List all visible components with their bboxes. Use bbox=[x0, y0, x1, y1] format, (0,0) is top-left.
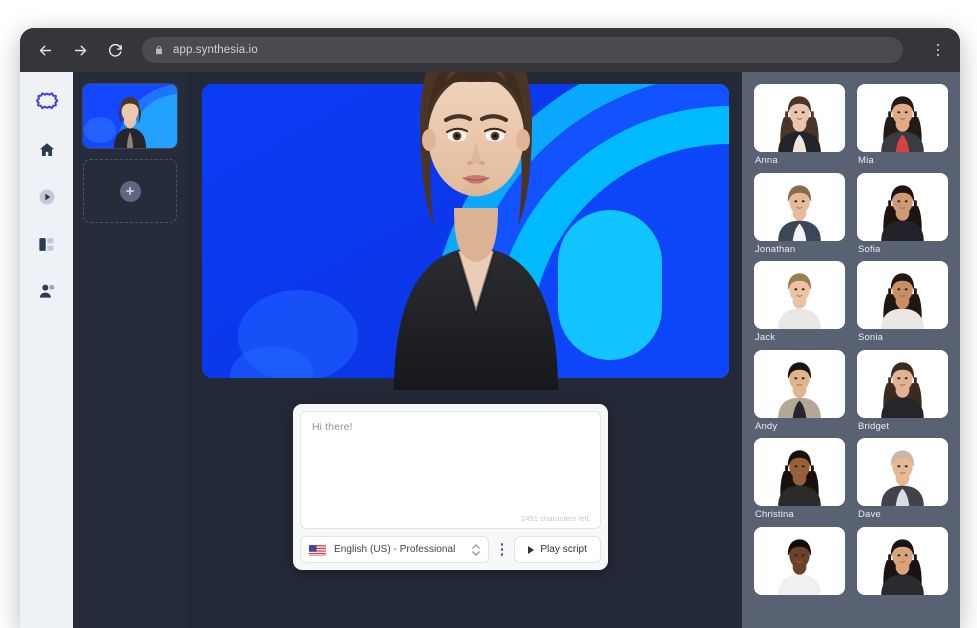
avatar-name: Andy bbox=[754, 422, 845, 432]
avatar-thumbnail[interactable] bbox=[857, 350, 948, 418]
avatar-thumbnail[interactable] bbox=[754, 438, 845, 506]
avatar-thumbnail[interactable] bbox=[857, 261, 948, 329]
avatar-name: Anna bbox=[754, 156, 845, 166]
script-more-menu-icon[interactable] bbox=[495, 536, 508, 563]
browser-toolbar: app.synthesia.io bbox=[20, 28, 960, 72]
avatar-thumbnail[interactable] bbox=[857, 173, 948, 241]
avatar-thumbnail[interactable] bbox=[754, 527, 845, 595]
video-canvas[interactable] bbox=[202, 84, 729, 378]
address-bar[interactable]: app.synthesia.io bbox=[142, 37, 903, 63]
script-text: Hi there! bbox=[312, 421, 589, 433]
browser-window: app.synthesia.io bbox=[20, 28, 960, 628]
left-icon-rail bbox=[20, 72, 73, 628]
avatars-grid: Anna Mia Jonathan Sofia Jack Sonia Andy Bridget… bbox=[754, 84, 948, 599]
sidebar-item-home[interactable] bbox=[34, 137, 60, 163]
character-counter: 2491 characters left. bbox=[521, 514, 591, 523]
sidebar-item-avatars[interactable] bbox=[34, 278, 60, 304]
plus-circle-icon bbox=[120, 181, 141, 202]
scene-thumbnail[interactable] bbox=[83, 84, 177, 148]
avatars-panel[interactable]: Anna Mia Jonathan Sofia Jack Sonia Andy Bridget… bbox=[742, 72, 960, 628]
language-voice-select[interactable]: English (US) - Professional bbox=[300, 536, 489, 563]
reload-button[interactable] bbox=[104, 39, 126, 61]
app-viewport: Hi there! 2491 characters left. bbox=[20, 72, 960, 628]
sidebar-item-templates[interactable] bbox=[34, 231, 60, 257]
address-bar-url: app.synthesia.io bbox=[173, 44, 258, 56]
synthesia-logo-icon[interactable] bbox=[34, 90, 60, 116]
add-scene-button[interactable] bbox=[83, 159, 177, 223]
avatar-thumbnail[interactable] bbox=[857, 527, 948, 595]
avatar-thumbnail[interactable] bbox=[754, 350, 845, 418]
play-icon bbox=[528, 546, 534, 554]
avatar-name: Jonathan bbox=[754, 245, 845, 255]
scenes-strip bbox=[73, 72, 187, 628]
avatar-name: Christina bbox=[754, 510, 845, 520]
sidebar-item-videos[interactable] bbox=[34, 184, 60, 210]
forward-button[interactable] bbox=[69, 39, 91, 61]
play-script-button[interactable]: Play script bbox=[514, 536, 601, 563]
canvas-background-art bbox=[202, 84, 729, 378]
avatar-cell[interactable]: Sonia bbox=[857, 261, 948, 343]
us-flag-icon bbox=[309, 544, 326, 556]
avatar-name: Sonia bbox=[857, 333, 948, 343]
avatar-name: Sofia bbox=[857, 245, 948, 255]
avatar-name: Jack bbox=[754, 333, 845, 343]
play-script-label: Play script bbox=[540, 544, 587, 555]
avatar-cell[interactable]: Jonathan bbox=[754, 173, 845, 255]
avatar-thumbnail[interactable] bbox=[857, 84, 948, 152]
avatar-cell[interactable]: Bridget bbox=[857, 350, 948, 432]
back-button[interactable] bbox=[34, 39, 56, 61]
avatar-name: Mia bbox=[857, 156, 948, 166]
script-card: Hi there! 2491 characters left. bbox=[293, 404, 608, 570]
chevron-up-down-icon bbox=[472, 544, 480, 556]
script-input[interactable]: Hi there! 2491 characters left. bbox=[300, 411, 601, 529]
avatar-cell[interactable]: Mia bbox=[857, 84, 948, 166]
avatar-cell[interactable]: Christina bbox=[754, 438, 845, 520]
avatar-thumbnail[interactable] bbox=[754, 173, 845, 241]
avatar-cell[interactable] bbox=[754, 527, 845, 599]
editor-stage: Hi there! 2491 characters left. bbox=[187, 72, 742, 628]
avatar-cell[interactable]: Dave bbox=[857, 438, 948, 520]
lock-icon bbox=[154, 45, 164, 55]
kebab-menu-icon[interactable] bbox=[930, 39, 946, 61]
script-toolbar: English (US) - Professional Play script bbox=[300, 536, 601, 563]
scene-thumbnail-avatar bbox=[108, 90, 152, 148]
avatar-thumbnail[interactable] bbox=[754, 84, 845, 152]
avatar-thumbnail[interactable] bbox=[754, 261, 845, 329]
avatar-cell[interactable]: Jack bbox=[754, 261, 845, 343]
language-voice-label: English (US) - Professional bbox=[334, 544, 464, 555]
avatar-name: Dave bbox=[857, 510, 948, 520]
avatar-cell[interactable]: Anna bbox=[754, 84, 845, 166]
avatar-thumbnail[interactable] bbox=[857, 438, 948, 506]
avatar-cell[interactable] bbox=[857, 527, 948, 599]
avatar-cell[interactable]: Sofia bbox=[857, 173, 948, 255]
avatar-name: Bridget bbox=[857, 422, 948, 432]
avatar-cell[interactable]: Andy bbox=[754, 350, 845, 432]
